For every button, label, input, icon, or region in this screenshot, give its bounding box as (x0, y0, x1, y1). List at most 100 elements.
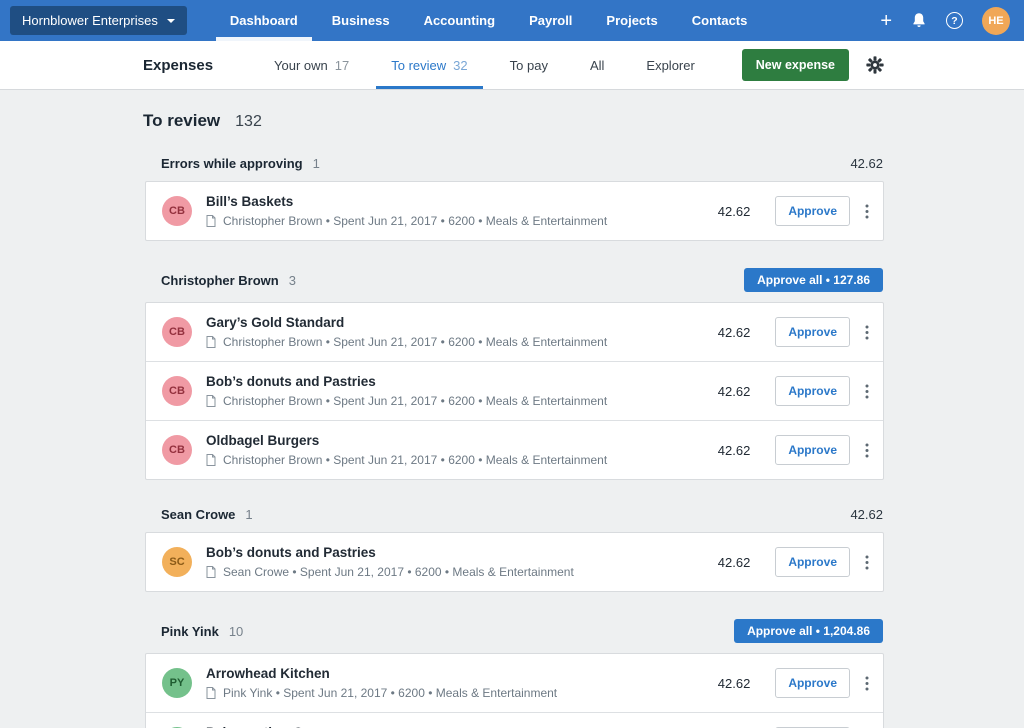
expense-sections: Errors while approving 1 42.62 CB Bill’s Bas… (145, 156, 884, 728)
section-header: Errors while approving 1 42.62 (145, 156, 884, 181)
expenses-tabs: Your own17To review32 To pay All Explorer (253, 41, 716, 89)
section-name: Errors while approving (161, 156, 303, 171)
top-navigation-bar: Hornblower Enterprises DashboardBusiness… (0, 0, 1024, 41)
expense-amount: 42.62 (718, 204, 751, 219)
expense-card-group: CB Gary’s Gold Standard Christopher Brown … (145, 302, 884, 480)
tab-all[interactable]: All (569, 41, 625, 89)
more-options-icon[interactable] (865, 325, 869, 340)
receipt-icon (206, 687, 216, 699)
expense-info: Oldbagel BurgersChristopher Brown • Spen… (206, 433, 718, 467)
more-options-icon[interactable] (865, 384, 869, 399)
org-name: Hornblower Enterprises (22, 13, 158, 28)
nav-item-projects[interactable]: Projects (589, 0, 674, 41)
expense-row: CB Gary’s Gold Standard Christopher Brown … (146, 303, 883, 361)
approve-button[interactable]: Approve (775, 317, 850, 347)
section-name: Christopher Brown (161, 273, 279, 288)
caret-down-icon (167, 19, 175, 23)
user-avatar[interactable]: HE (982, 7, 1010, 35)
tab-to-review[interactable]: To review32 (370, 41, 488, 89)
expense-section: Errors while approving 1 42.62 CB Bill’s Bas… (145, 156, 884, 241)
section-name: Pink Yink (161, 624, 219, 639)
section-header: Pink Yink 10 Approve all • 1,204.86 (145, 619, 884, 653)
expense-row: CB Bill’s BasketsChristopher Brown • Spen… (146, 182, 883, 240)
expense-card-group: SCBob’s donuts and PastriesSean Crowe • … (145, 532, 884, 592)
tab-label: Your own (274, 58, 328, 73)
expense-meta: Christopher Brown • Spent Jun 21, 2017 •… (206, 214, 718, 228)
approve-button[interactable]: Approve (775, 547, 850, 577)
expense-info: Bob’s donuts and Pastries Christopher Bro… (206, 374, 718, 408)
expense-title: Bob’s donuts and Pastries (206, 374, 718, 389)
expense-info: Gary’s Gold Standard Christopher Brown • … (206, 315, 718, 349)
expense-meta: Sean Crowe • Spent Jun 21, 2017 • 6200 •… (206, 565, 718, 579)
tab-label: All (590, 58, 604, 73)
nav-item-dashboard[interactable]: Dashboard (213, 0, 315, 41)
settings-gear-icon[interactable] (866, 56, 884, 74)
page-title: To review (143, 111, 220, 131)
notifications-bell-icon[interactable] (911, 12, 927, 29)
page-header: To review 132 (0, 90, 1024, 131)
expense-meta: Christopher Brown • Spent Jun 21, 2017 •… (206, 394, 718, 408)
receipt-icon (206, 215, 216, 227)
new-expense-button[interactable]: New expense (742, 49, 849, 81)
primary-nav: DashboardBusinessAccountingPayrollProjec… (213, 0, 765, 41)
help-icon[interactable]: ? (946, 12, 963, 29)
section-count: 3 (289, 273, 296, 288)
expense-card-group: CB Bill’s BasketsChristopher Brown • Spen… (145, 181, 884, 241)
expense-section: Sean Crowe 1 42.62SCBob’s donuts and Pastr… (145, 507, 884, 592)
section-name: Sean Crowe (161, 507, 235, 522)
approve-button[interactable]: Approve (775, 376, 850, 406)
nav-item-contacts[interactable]: Contacts (675, 0, 765, 41)
tab-to-pay[interactable]: To pay (489, 41, 569, 89)
tab-explorer[interactable]: Explorer (625, 41, 715, 89)
expense-section: Pink Yink 10 Approve all • 1,204.86 PY Arrow… (145, 619, 884, 728)
section-total: 42.62 (850, 156, 883, 171)
expense-info: Bill’s BasketsChristopher Brown • Spent … (206, 194, 718, 228)
expense-row: CB Oldbagel BurgersChristopher Brown • Sp… (146, 420, 883, 479)
add-icon[interactable]: + (880, 11, 892, 31)
approve-all-button[interactable]: Approve all • 1,204.86 (734, 619, 883, 643)
receipt-icon (206, 336, 216, 348)
more-options-icon[interactable] (865, 676, 869, 691)
tab-count: 32 (453, 58, 467, 73)
expense-amount: 42.62 (718, 325, 751, 340)
page-count: 132 (235, 113, 262, 131)
expense-row: CB Bob’s donuts and Pastries Christopher B… (146, 361, 883, 420)
expense-title: Oldbagel Burgers (206, 433, 718, 448)
avatar: CB (162, 317, 192, 347)
nav-item-business[interactable]: Business (315, 0, 407, 41)
approve-all-button[interactable]: Approve all • 127.86 (744, 268, 883, 292)
expense-meta: Christopher Brown • Spent Jun 21, 2017 •… (206, 335, 718, 349)
tab-your-own[interactable]: Your own17 (253, 41, 370, 89)
receipt-icon (206, 395, 216, 407)
org-switcher[interactable]: Hornblower Enterprises (10, 6, 187, 35)
section-count: 1 (313, 156, 320, 171)
receipt-icon (206, 454, 216, 466)
section-count: 10 (229, 624, 243, 639)
section-count: 1 (245, 507, 252, 522)
expense-amount: 42.62 (718, 443, 751, 458)
avatar: CB (162, 196, 192, 226)
more-options-icon[interactable] (865, 443, 869, 458)
avatar: PY (162, 668, 192, 698)
approve-button[interactable]: Approve (775, 196, 850, 226)
topbar-actions: + ? HE (880, 7, 1010, 35)
nav-item-payroll[interactable]: Payroll (512, 0, 589, 41)
avatar: CB (162, 376, 192, 406)
receipt-icon (206, 566, 216, 578)
approve-button[interactable]: Approve (775, 435, 850, 465)
avatar: CB (162, 435, 192, 465)
approve-button[interactable]: Approve (775, 668, 850, 698)
more-options-icon[interactable] (865, 204, 869, 219)
expense-title: Gary’s Gold Standard (206, 315, 718, 330)
tab-label: To pay (510, 58, 548, 73)
expense-info: Arrowhead Kitchen Pink Yink • Spent Jun 2… (206, 666, 718, 700)
expense-row: PY Arrowhead Kitchen Pink Yink • Spent Jun… (146, 654, 883, 712)
page-section-title: Expenses (143, 57, 213, 74)
expense-card-group: PY Arrowhead Kitchen Pink Yink • Spent Jun… (145, 653, 884, 728)
more-options-icon[interactable] (865, 555, 869, 570)
expense-amount: 42.62 (718, 555, 751, 570)
expense-title: Arrowhead Kitchen (206, 666, 718, 681)
expense-amount: 42.62 (718, 676, 751, 691)
nav-item-accounting[interactable]: Accounting (407, 0, 513, 41)
expense-meta: Pink Yink • Spent Jun 21, 2017 • 6200 • … (206, 686, 718, 700)
